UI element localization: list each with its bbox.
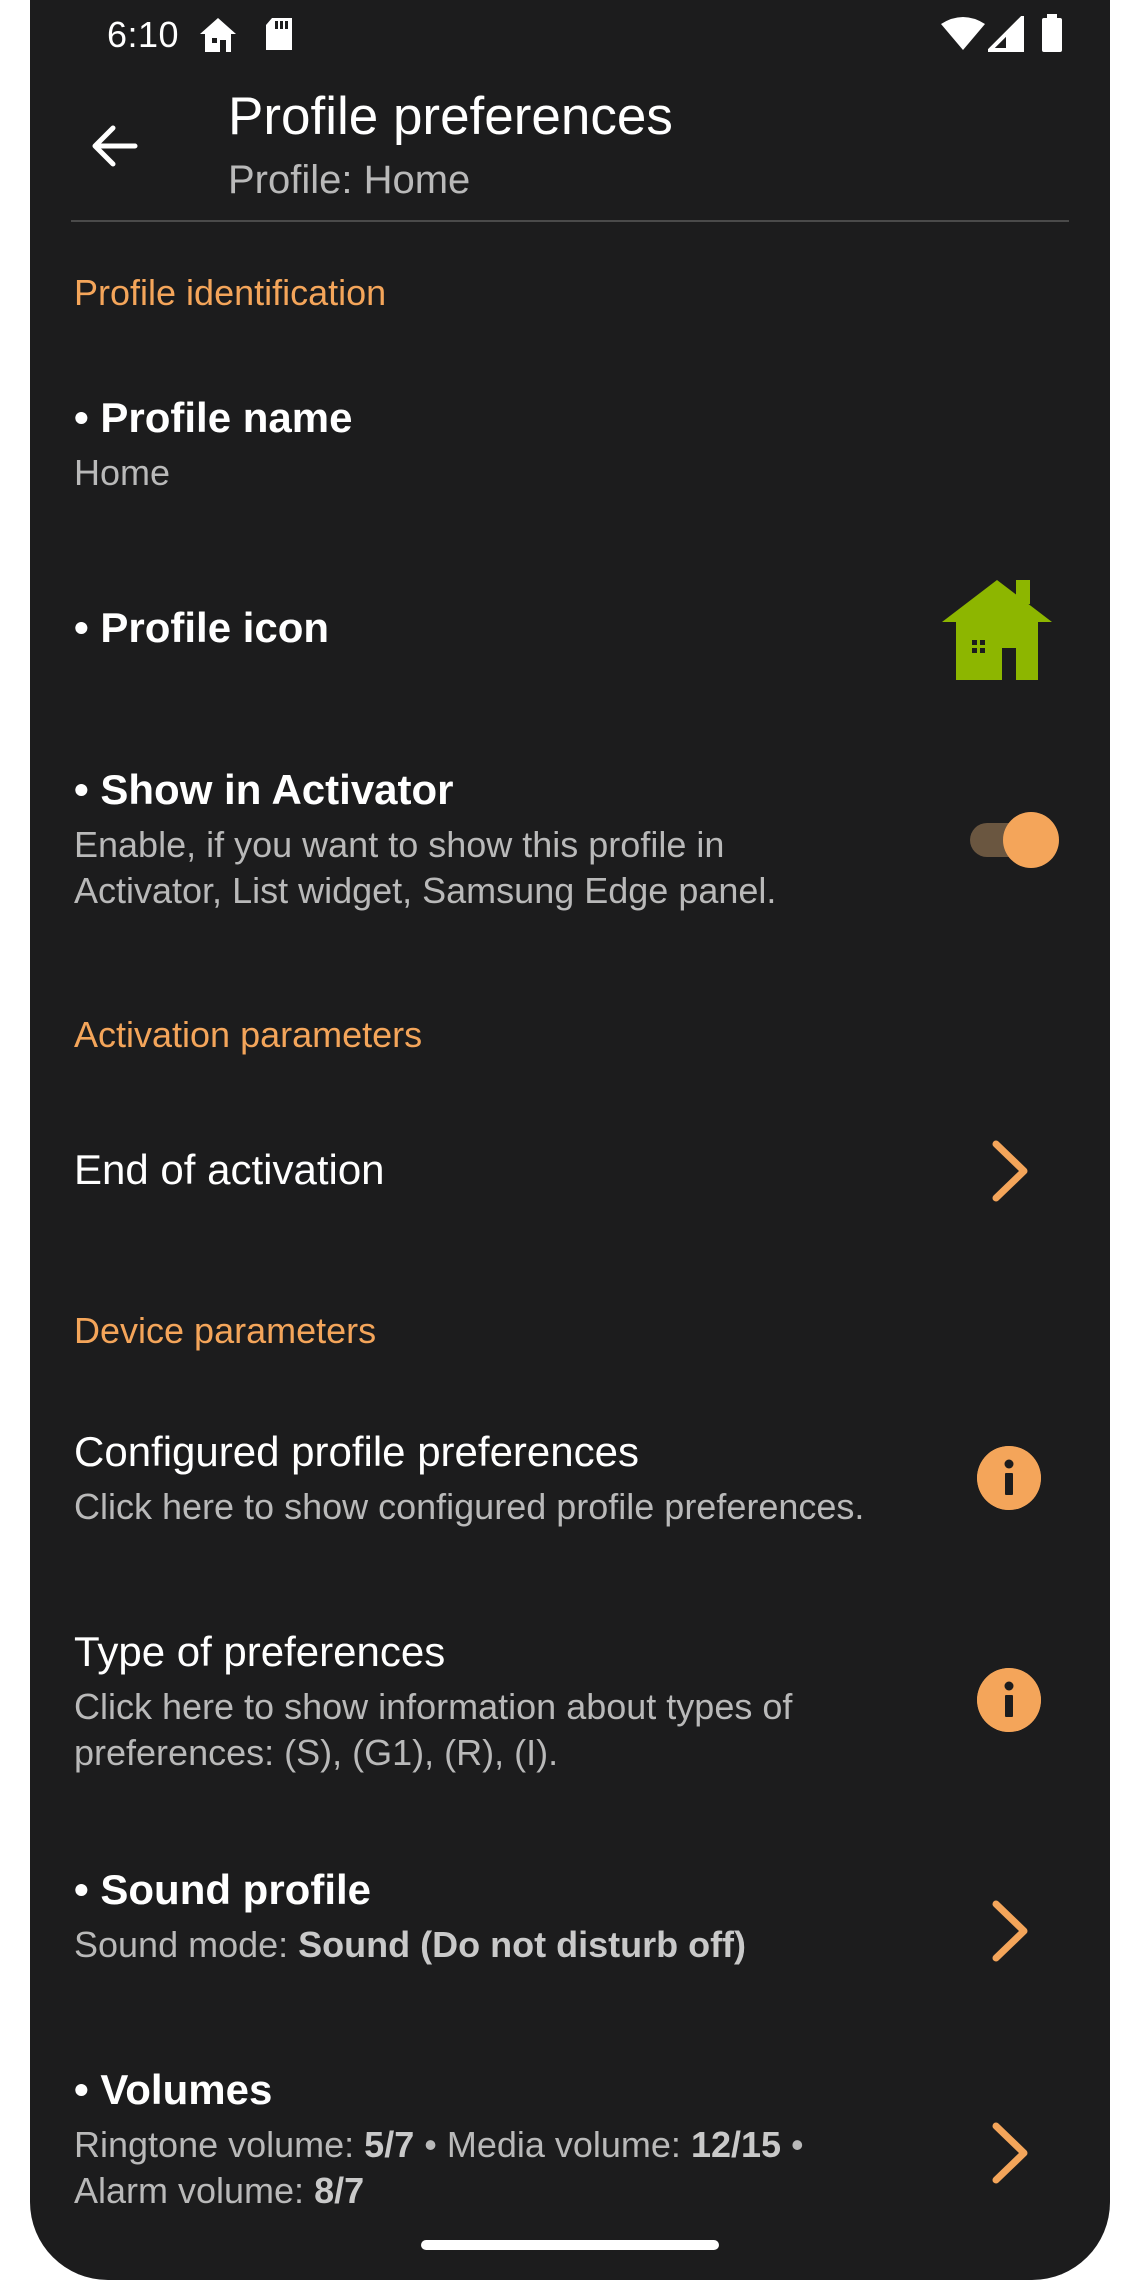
section-header-device: Device parameters (74, 1310, 377, 1351)
separator: • (414, 2124, 447, 2165)
arrow-back-icon (92, 125, 138, 167)
house-icon (942, 580, 1052, 680)
toolbar-divider (71, 220, 1069, 222)
separator: • (781, 2124, 804, 2165)
back-button[interactable] (74, 106, 154, 186)
page-title: Profile preferences (228, 87, 673, 146)
pref-end-of-activation[interactable]: End of activation (30, 1100, 1110, 1240)
phone-screen: 6:10 Profile preferences Profile: Home P… (30, 0, 1110, 2280)
home-indicator[interactable] (421, 2240, 719, 2250)
media-volume-value: 12/15 (690, 2124, 782, 2165)
chevron-right-icon (992, 2122, 1028, 2184)
pref-title: Configured profile preferences (74, 1428, 639, 1475)
pref-title: • Profile icon (74, 604, 330, 651)
pref-profile-icon[interactable]: • Profile icon (30, 560, 1110, 700)
media-volume-label: Media volume: (446, 2124, 691, 2165)
sd-card-icon (266, 18, 292, 50)
pref-type-of-preferences[interactable]: Type of preferences Click here to show i… (30, 1600, 1110, 1800)
toggle-thumb[interactable] (1003, 812, 1059, 868)
home-notification-icon (200, 18, 236, 52)
pref-title: End of activation (74, 1146, 385, 1193)
pref-title: • Show in Activator (74, 766, 454, 813)
info-icon (977, 1446, 1041, 1510)
ringtone-volume-value: 5/7 (364, 2124, 415, 2165)
pref-summary: Ringtone volume: 5/7 • Media volume: 12/… (74, 2122, 934, 2214)
status-bar: 6:10 (30, 0, 1110, 70)
pref-summary: Click here to show configured profile pr… (74, 1486, 865, 1527)
pref-sound-profile[interactable]: • Sound profile Sound mode: Sound (Do no… (30, 1840, 1110, 2000)
ringtone-volume-label: Ringtone volume: (74, 2124, 365, 2165)
pref-summary: Enable, if you want to show this profile… (74, 824, 777, 911)
toolbar: Profile preferences Profile: Home (30, 70, 1110, 222)
pref-summary: Sound mode: Sound (Do not disturb off) (74, 1922, 746, 1968)
pref-title: • Sound profile (74, 1866, 372, 1913)
battery-icon (1042, 14, 1062, 52)
info-icon (977, 1668, 1041, 1732)
pref-profile-name[interactable]: • Profile name Home (30, 370, 1110, 520)
pref-summary: Home (74, 452, 171, 493)
pref-title: • Volumes (74, 2066, 273, 2113)
page-subtitle: Profile: Home (228, 158, 471, 202)
chevron-right-icon (992, 1900, 1028, 1962)
pref-configured-preferences[interactable]: Configured profile preferences Click her… (30, 1400, 1110, 1560)
sound-mode-label: Sound mode: (74, 1924, 299, 1965)
chevron-right-icon (992, 1140, 1028, 1202)
pref-show-in-activator[interactable]: • Show in Activator Enable, if you want … (30, 740, 1110, 940)
pref-title: Type of preferences (74, 1628, 446, 1675)
pref-title: • Profile name (74, 394, 353, 441)
status-time: 6:10 (107, 14, 180, 55)
pref-volumes[interactable]: • Volumes Ringtone volume: 5/7 • Media v… (30, 2040, 1110, 2240)
wifi-icon (941, 17, 985, 50)
sound-mode-value: Sound (Do not disturb off) (298, 1924, 747, 1965)
pref-summary: Click here to show information about typ… (74, 1686, 793, 1773)
alarm-volume-value: 8/7 (314, 2170, 365, 2211)
cell-signal-icon (988, 16, 1024, 52)
section-header-activation: Activation parameters (74, 1014, 423, 1055)
alarm-volume-label: Alarm volume: (74, 2170, 315, 2211)
section-header-identification: Profile identification (74, 272, 387, 313)
